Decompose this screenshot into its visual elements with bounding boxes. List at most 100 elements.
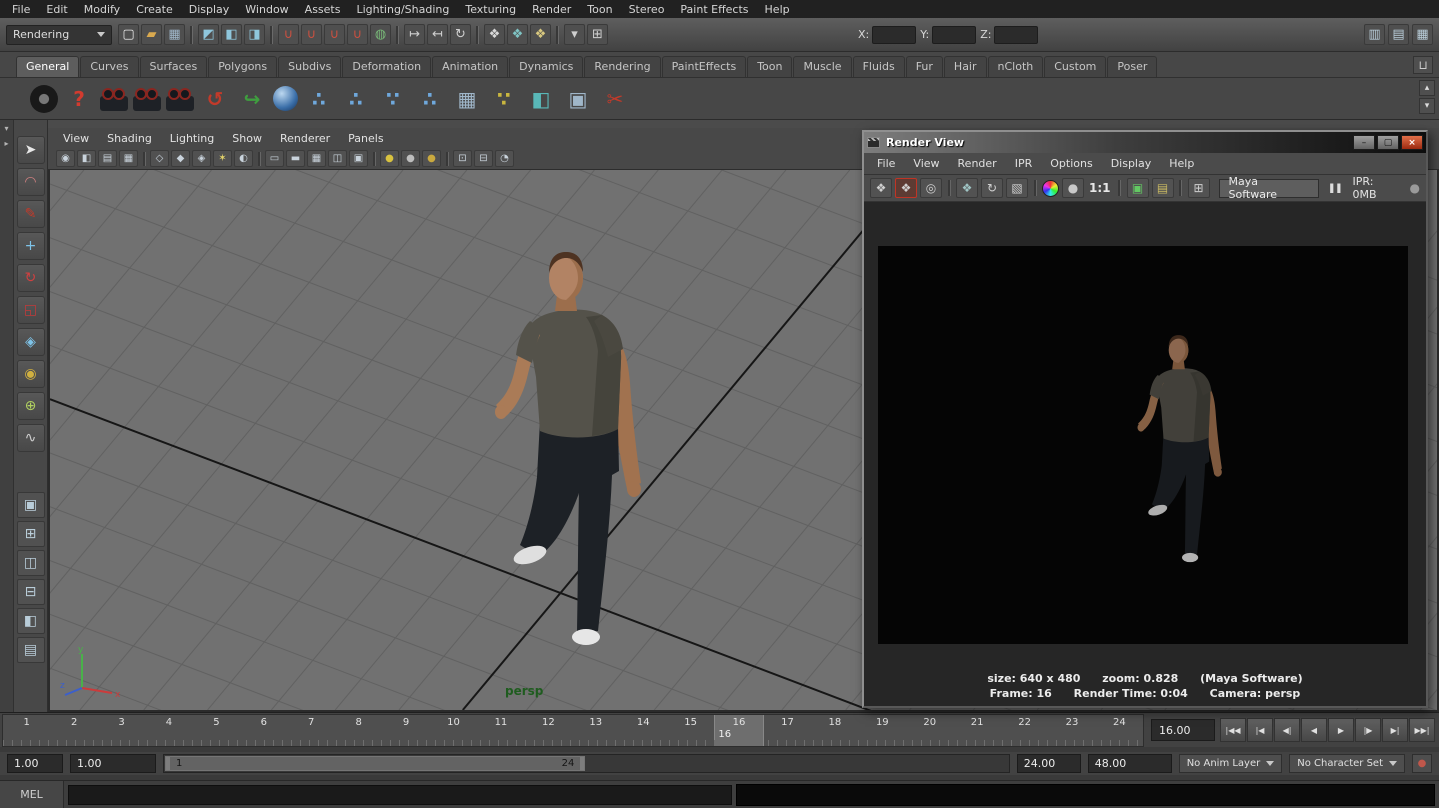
auto-keyframe-toggle[interactable]: ● bbox=[1412, 754, 1432, 773]
status-icon[interactable]: ▦ bbox=[164, 24, 185, 45]
status-icon[interactable]: ◩ bbox=[198, 24, 219, 45]
shelf-icon[interactable]: ? bbox=[63, 83, 95, 115]
viewport-menu-item[interactable]: Renderer bbox=[271, 132, 339, 145]
shelf-icon[interactable] bbox=[166, 96, 194, 111]
render-view-toolbar-icon[interactable]: ◎ bbox=[920, 178, 942, 198]
shelf-tab[interactable]: Surfaces bbox=[140, 56, 208, 77]
menu-item[interactable]: Modify bbox=[76, 2, 128, 17]
menu-item[interactable]: Assets bbox=[297, 2, 349, 17]
viewport-menu-item[interactable]: Panels bbox=[339, 132, 392, 145]
menu-item[interactable]: Render bbox=[524, 2, 579, 17]
window-button[interactable]: × bbox=[1401, 135, 1423, 150]
shelf-tab[interactable]: Toon bbox=[747, 56, 792, 77]
render-view-toolbar-icon[interactable]: ▣ bbox=[1127, 178, 1149, 198]
animation-end-field[interactable]: 48.00 bbox=[1088, 754, 1172, 773]
viewport-toolbar-icon[interactable]: ◇ bbox=[150, 150, 169, 167]
render-view-toolbar-icon[interactable]: ❖ bbox=[870, 178, 892, 198]
status-icon[interactable]: ◧ bbox=[221, 24, 242, 45]
viewport-toolbar-icon[interactable]: ● bbox=[380, 150, 399, 167]
shelf-icon[interactable]: ▦ bbox=[451, 83, 483, 115]
menu-item[interactable]: Paint Effects bbox=[672, 2, 756, 17]
shelf-tab[interactable]: Fur bbox=[906, 56, 943, 77]
viewport-toolbar-icon[interactable]: ✶ bbox=[213, 150, 232, 167]
status-icon[interactable]: ❖ bbox=[530, 24, 551, 45]
render-view-menu-item[interactable]: File bbox=[868, 157, 904, 170]
menu-item[interactable]: Create bbox=[128, 2, 181, 17]
shelf-scroll-up-icon[interactable]: ▴ bbox=[1419, 80, 1435, 96]
viewport-menu-item[interactable]: Shading bbox=[98, 132, 161, 145]
frame-tick[interactable]: 13 bbox=[572, 715, 619, 746]
shelf-tab[interactable]: PaintEffects bbox=[662, 56, 747, 77]
shelf-icon[interactable]: ∵ bbox=[488, 83, 520, 115]
playback-start-field[interactable]: 1.00 bbox=[70, 754, 156, 773]
coord-input[interactable] bbox=[932, 26, 976, 44]
menu-item[interactable]: Texturing bbox=[457, 2, 524, 17]
viewport-toolbar-icon[interactable] bbox=[140, 150, 148, 167]
status-icon[interactable]: ∪ bbox=[301, 24, 322, 45]
shelf-icon[interactable] bbox=[30, 85, 58, 113]
expand-arrow-icon[interactable]: ▸ bbox=[4, 139, 8, 148]
shelf-tab[interactable]: nCloth bbox=[988, 56, 1044, 77]
status-icon[interactable] bbox=[473, 24, 482, 45]
viewport-toolbar-icon[interactable]: ▣ bbox=[349, 150, 368, 167]
tool-button[interactable]: ◠ bbox=[17, 168, 45, 196]
render-view-menu-item[interactable]: Display bbox=[1102, 157, 1161, 170]
shelf-tab[interactable]: Muscle bbox=[793, 56, 851, 77]
frame-tick[interactable]: 23 bbox=[1048, 715, 1095, 746]
layout-button[interactable]: ▤ bbox=[17, 637, 45, 663]
frame-tick[interactable]: 7 bbox=[288, 715, 335, 746]
playback-button[interactable]: ▶| bbox=[1382, 718, 1408, 742]
render-view-toolbar-icon[interactable] bbox=[1116, 178, 1124, 198]
status-icon[interactable]: ↤ bbox=[427, 24, 448, 45]
shelf-icon[interactable]: ↺ bbox=[199, 83, 231, 115]
render-view-window[interactable]: Render View –▢× FileViewRenderIPROptions… bbox=[862, 130, 1428, 708]
render-view-menu-item[interactable]: IPR bbox=[1006, 157, 1042, 170]
shelf-tab[interactable]: Curves bbox=[80, 56, 138, 77]
tool-button[interactable]: ↻ bbox=[17, 264, 45, 292]
frame-tick[interactable]: 5 bbox=[193, 715, 240, 746]
shelf-icon[interactable] bbox=[100, 96, 128, 111]
frame-tick[interactable]: 15 bbox=[667, 715, 714, 746]
layout-button[interactable]: ◧ bbox=[17, 608, 45, 634]
tool-button[interactable]: ◉ bbox=[17, 360, 45, 388]
command-input[interactable] bbox=[68, 785, 732, 805]
tool-button[interactable]: ✎ bbox=[17, 200, 45, 228]
viewport-toolbar-icon[interactable]: ▭ bbox=[265, 150, 284, 167]
shelf-tab[interactable]: Deformation bbox=[342, 56, 431, 77]
render-view-toolbar-icon[interactable]: ❖ bbox=[956, 178, 978, 198]
viewport-menu-item[interactable]: View bbox=[54, 132, 98, 145]
frame-tick[interactable]: 20 bbox=[906, 715, 953, 746]
menu-item[interactable]: Toon bbox=[579, 2, 620, 17]
status-icon[interactable]: ⊞ bbox=[587, 24, 608, 45]
shelf-icon[interactable]: ∴ bbox=[414, 83, 446, 115]
frame-tick[interactable]: 16 16 bbox=[714, 715, 763, 746]
frame-tick[interactable]: 21 bbox=[953, 715, 1000, 746]
viewport-toolbar-icon[interactable]: ⊟ bbox=[474, 150, 493, 167]
playback-button[interactable]: |◀◀ bbox=[1220, 718, 1246, 742]
shelf-icon[interactable]: ✂ bbox=[599, 83, 631, 115]
viewport-toolbar-icon[interactable]: ● bbox=[401, 150, 420, 167]
delete-shelf-item-icon[interactable]: ⊔ bbox=[1413, 56, 1433, 74]
tool-button[interactable]: + bbox=[17, 232, 45, 260]
render-view-toolbar-icon[interactable]: ▤ bbox=[1152, 178, 1174, 198]
menu-set-selector[interactable]: Rendering bbox=[6, 25, 112, 45]
ipr-pause-icon[interactable]: ▌▌ bbox=[1330, 184, 1344, 193]
frame-tick[interactable]: 17 bbox=[764, 715, 811, 746]
layout-button[interactable]: ⊟ bbox=[17, 579, 45, 605]
status-icon[interactable]: ∪ bbox=[347, 24, 368, 45]
playback-button[interactable]: |◀ bbox=[1247, 718, 1273, 742]
render-view-toolbar-icon[interactable]: ● bbox=[1062, 178, 1084, 198]
viewport-toolbar-icon[interactable]: ◫ bbox=[328, 150, 347, 167]
viewport-toolbar-icon[interactable]: ◐ bbox=[234, 150, 253, 167]
range-slider[interactable]: 1 24 bbox=[163, 754, 1010, 773]
status-icon[interactable] bbox=[393, 24, 402, 45]
shelf-tab[interactable]: Dynamics bbox=[509, 56, 583, 77]
shelf-tab[interactable]: General bbox=[16, 56, 79, 77]
shelf-scroll-down-icon[interactable]: ▾ bbox=[1419, 98, 1435, 114]
status-icon[interactable]: ◍ bbox=[370, 24, 391, 45]
shelf-icon[interactable]: ↪ bbox=[236, 83, 268, 115]
status-right-icon[interactable]: ▤ bbox=[1388, 24, 1409, 45]
layout-button[interactable]: ⊞ bbox=[17, 521, 45, 547]
shelf-tab[interactable]: Hair bbox=[944, 56, 987, 77]
menu-item[interactable]: Stereo bbox=[621, 2, 673, 17]
